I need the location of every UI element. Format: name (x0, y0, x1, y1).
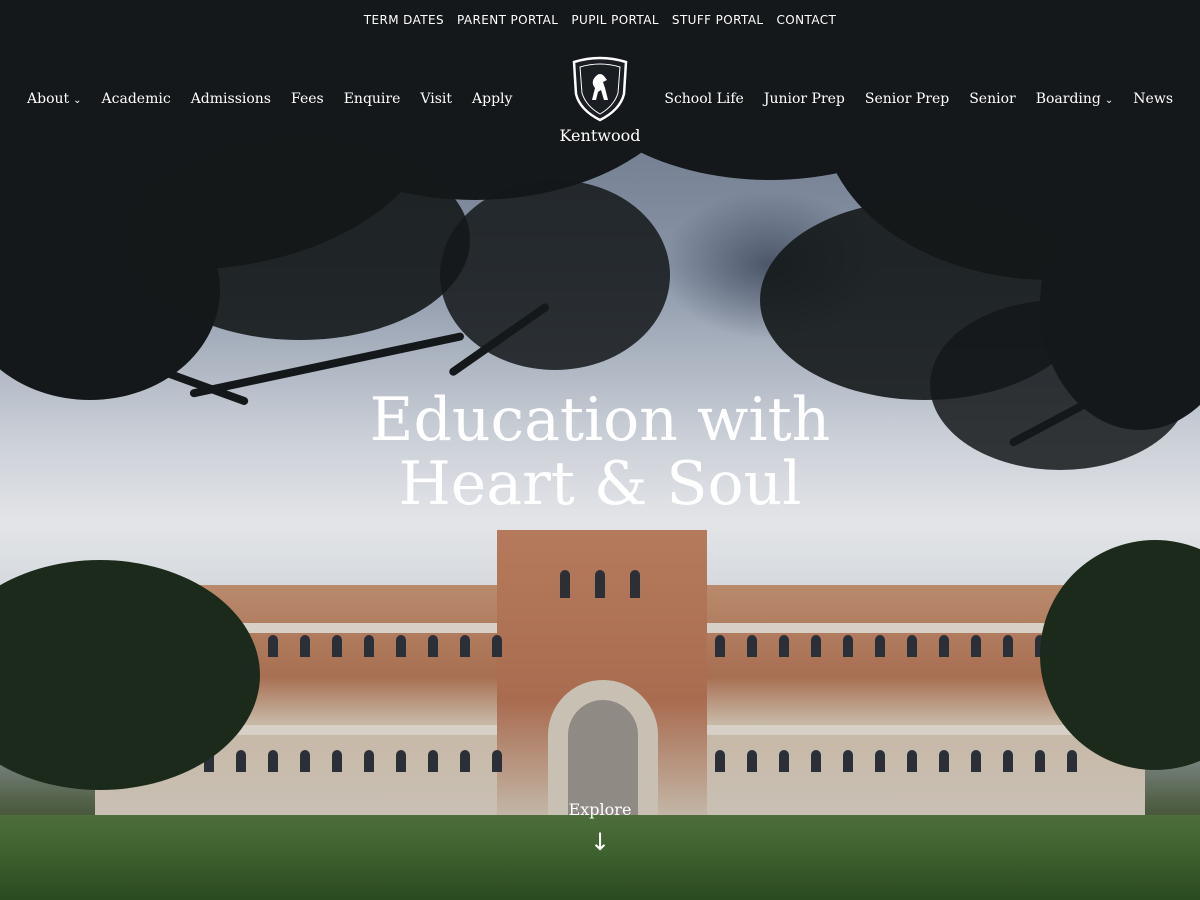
nav-item-academic[interactable]: Academic (102, 91, 171, 107)
window (460, 750, 470, 772)
window (396, 635, 406, 657)
nav-item-enquire[interactable]: Enquire (344, 91, 401, 107)
nav-item-senior[interactable]: Senior (969, 91, 1016, 107)
explore-link[interactable]: Explore (540, 800, 660, 819)
window (811, 750, 821, 772)
window (364, 635, 374, 657)
window (875, 750, 885, 772)
nav-item-senior-prep[interactable]: Senior Prep (865, 91, 949, 107)
lion-shield-icon[interactable] (570, 56, 630, 126)
utility-nav: TERM DATES PARENT PORTAL PUPIL PORTAL ST… (0, 13, 1200, 27)
window (428, 750, 438, 772)
main-nav-right: School Life Junior Prep Senior Prep Seni… (664, 91, 1173, 107)
chevron-down-icon: ⌄ (73, 95, 82, 106)
arrow-down-icon[interactable]: ↓ (588, 828, 612, 856)
window (236, 750, 246, 772)
utility-link-contact[interactable]: CONTACT (777, 13, 837, 27)
window (747, 635, 757, 657)
window (747, 750, 757, 772)
nav-item-junior-prep[interactable]: Junior Prep (764, 91, 845, 107)
headline-line-2: Heart & Soul (398, 449, 802, 519)
window (268, 635, 278, 657)
window (300, 750, 310, 772)
nav-item-school-life[interactable]: School Life (664, 91, 743, 107)
main-nav-left: About ⌄ Academic Admissions Fees Enquire … (27, 91, 512, 107)
window (1067, 750, 1077, 772)
window (875, 635, 885, 657)
utility-link-term-dates[interactable]: TERM DATES (364, 13, 444, 27)
utility-link-parent-portal[interactable]: PARENT PORTAL (457, 13, 558, 27)
nav-item-fees[interactable]: Fees (291, 91, 324, 107)
window (907, 635, 917, 657)
window (630, 570, 640, 598)
window (460, 635, 470, 657)
hero-headline: Education with Heart & Soul (300, 388, 900, 516)
window (811, 635, 821, 657)
window (939, 750, 949, 772)
window (779, 750, 789, 772)
window (428, 635, 438, 657)
headline-line-1: Education with (369, 385, 831, 455)
window (332, 635, 342, 657)
nav-item-news[interactable]: News (1133, 91, 1173, 107)
window (492, 750, 502, 772)
window (300, 635, 310, 657)
nav-item-apply[interactable]: Apply (472, 91, 512, 107)
window (971, 750, 981, 772)
window (268, 750, 278, 772)
window (907, 750, 917, 772)
window (715, 635, 725, 657)
window (939, 635, 949, 657)
window (715, 750, 725, 772)
window (843, 750, 853, 772)
window (396, 750, 406, 772)
window (560, 570, 570, 598)
window (1035, 750, 1045, 772)
window (779, 635, 789, 657)
window (364, 750, 374, 772)
nav-item-admissions[interactable]: Admissions (191, 91, 271, 107)
chevron-down-icon: ⌄ (1104, 95, 1114, 106)
nav-item-visit[interactable]: Visit (420, 91, 452, 107)
window (1003, 750, 1013, 772)
window (595, 570, 605, 598)
brand-name[interactable]: Kentwood (540, 126, 660, 145)
nav-item-about[interactable]: About ⌄ (27, 91, 82, 107)
window (332, 750, 342, 772)
utility-link-staff-portal[interactable]: STUFF PORTAL (672, 13, 764, 27)
nav-item-boarding[interactable]: Boarding ⌄ (1036, 91, 1114, 107)
window (971, 635, 981, 657)
utility-link-pupil-portal[interactable]: PUPIL PORTAL (571, 13, 659, 27)
window (492, 635, 502, 657)
window (1003, 635, 1013, 657)
window (843, 635, 853, 657)
